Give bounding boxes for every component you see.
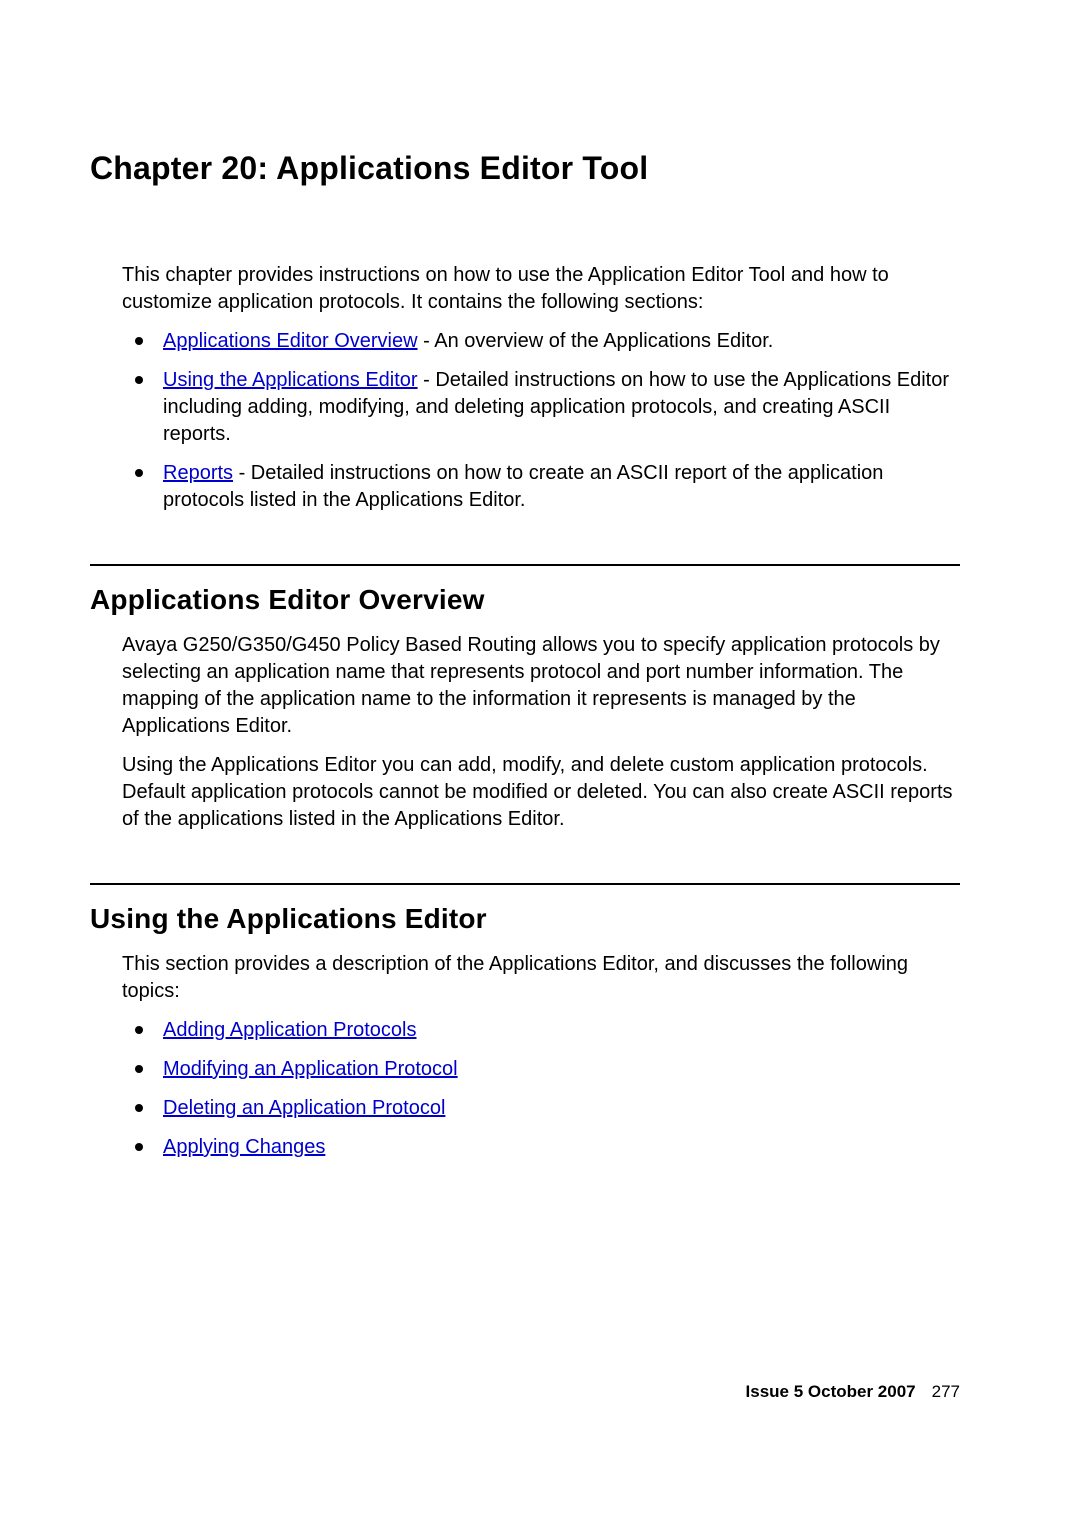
intro-list-item: Applications Editor Overview - An overvi…: [135, 328, 960, 355]
link-using-applications-editor[interactable]: Using the Applications Editor: [163, 369, 418, 391]
intro-list-item: Using the Applications Editor - Detailed…: [135, 367, 960, 448]
using-list-item: Applying Changes: [135, 1134, 960, 1161]
chapter-title: Chapter 20: Applications Editor Tool: [90, 150, 960, 187]
link-applications-editor-overview[interactable]: Applications Editor Overview: [163, 330, 418, 352]
using-paragraph: This section provides a description of t…: [122, 951, 960, 1005]
page-footer: Issue 5 October 2007 277: [746, 1382, 960, 1402]
section-heading-overview: Applications Editor Overview: [90, 584, 960, 616]
intro-list-item: Reports - Detailed instructions on how t…: [135, 460, 960, 514]
link-reports[interactable]: Reports: [163, 462, 233, 484]
using-list-item: Adding Application Protocols: [135, 1017, 960, 1044]
link-modifying-application-protocol[interactable]: Modifying an Application Protocol: [163, 1058, 458, 1080]
link-deleting-application-protocol[interactable]: Deleting an Application Protocol: [163, 1097, 445, 1119]
using-list: Adding Application Protocols Modifying a…: [135, 1017, 960, 1161]
link-adding-application-protocols[interactable]: Adding Application Protocols: [163, 1019, 417, 1041]
section-rule: [90, 883, 960, 885]
section-heading-using: Using the Applications Editor: [90, 903, 960, 935]
section-rule: [90, 564, 960, 566]
footer-issue: Issue 5 October 2007: [746, 1382, 916, 1401]
overview-paragraph-1: Avaya G250/G350/G450 Policy Based Routin…: [122, 632, 960, 740]
intro-item-desc: - Detailed instructions on how to create…: [163, 462, 883, 511]
using-list-item: Modifying an Application Protocol: [135, 1056, 960, 1083]
footer-page-number: 277: [932, 1382, 960, 1401]
link-applying-changes[interactable]: Applying Changes: [163, 1136, 325, 1158]
intro-paragraph: This chapter provides instructions on ho…: [122, 262, 960, 316]
intro-list: Applications Editor Overview - An overvi…: [135, 328, 960, 514]
page-content: Chapter 20: Applications Editor Tool Thi…: [0, 0, 1080, 1251]
overview-paragraph-2: Using the Applications Editor you can ad…: [122, 752, 960, 833]
intro-item-desc: - An overview of the Applications Editor…: [418, 330, 774, 352]
using-list-item: Deleting an Application Protocol: [135, 1095, 960, 1122]
